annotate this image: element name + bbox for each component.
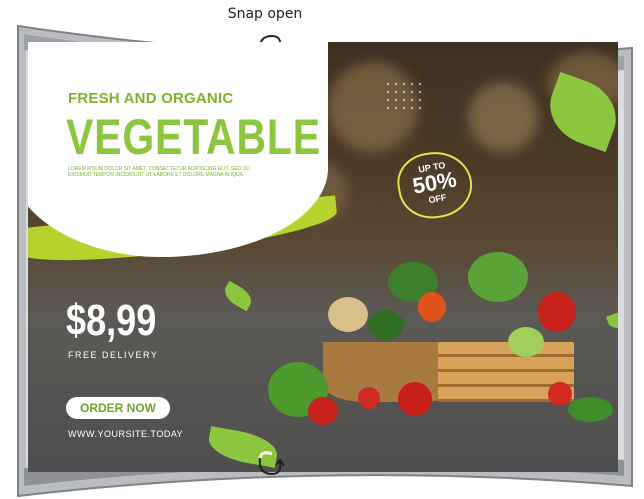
vegetable [468,252,528,302]
vegetable [508,327,544,357]
vegetable [308,397,338,425]
curved-arrow-icon [258,451,285,476]
dot-pattern [384,80,424,110]
vegetable [418,292,446,322]
vegetable [538,292,576,332]
website-url: WWW.YOURSITE.TODAY [68,429,184,439]
vegetable [368,310,404,340]
leaf-decoration [220,280,256,312]
headline-big: VEGETABLE [66,109,321,165]
vegetable [328,297,368,332]
discount-badge: UP TO 50% OFF [392,146,478,224]
vegetable [568,397,613,422]
vegetable [358,387,380,409]
vegetable [398,382,432,416]
price: $8,99 [66,296,157,345]
order-now-button[interactable]: ORDER NOW [66,397,170,419]
lorem-text: LOREM IPSUM DOLOR SIT AMET, CONSECTETUR … [68,166,250,178]
vegetable [548,382,572,406]
leaf-decoration [606,308,618,332]
headline-small: FRESH AND ORGANIC [68,90,234,107]
vegetable-poster: FRESH AND ORGANIC VEGETABLE LOREM IPSUM … [28,42,618,472]
delivery-note: FREE DELIVERY [68,350,159,360]
